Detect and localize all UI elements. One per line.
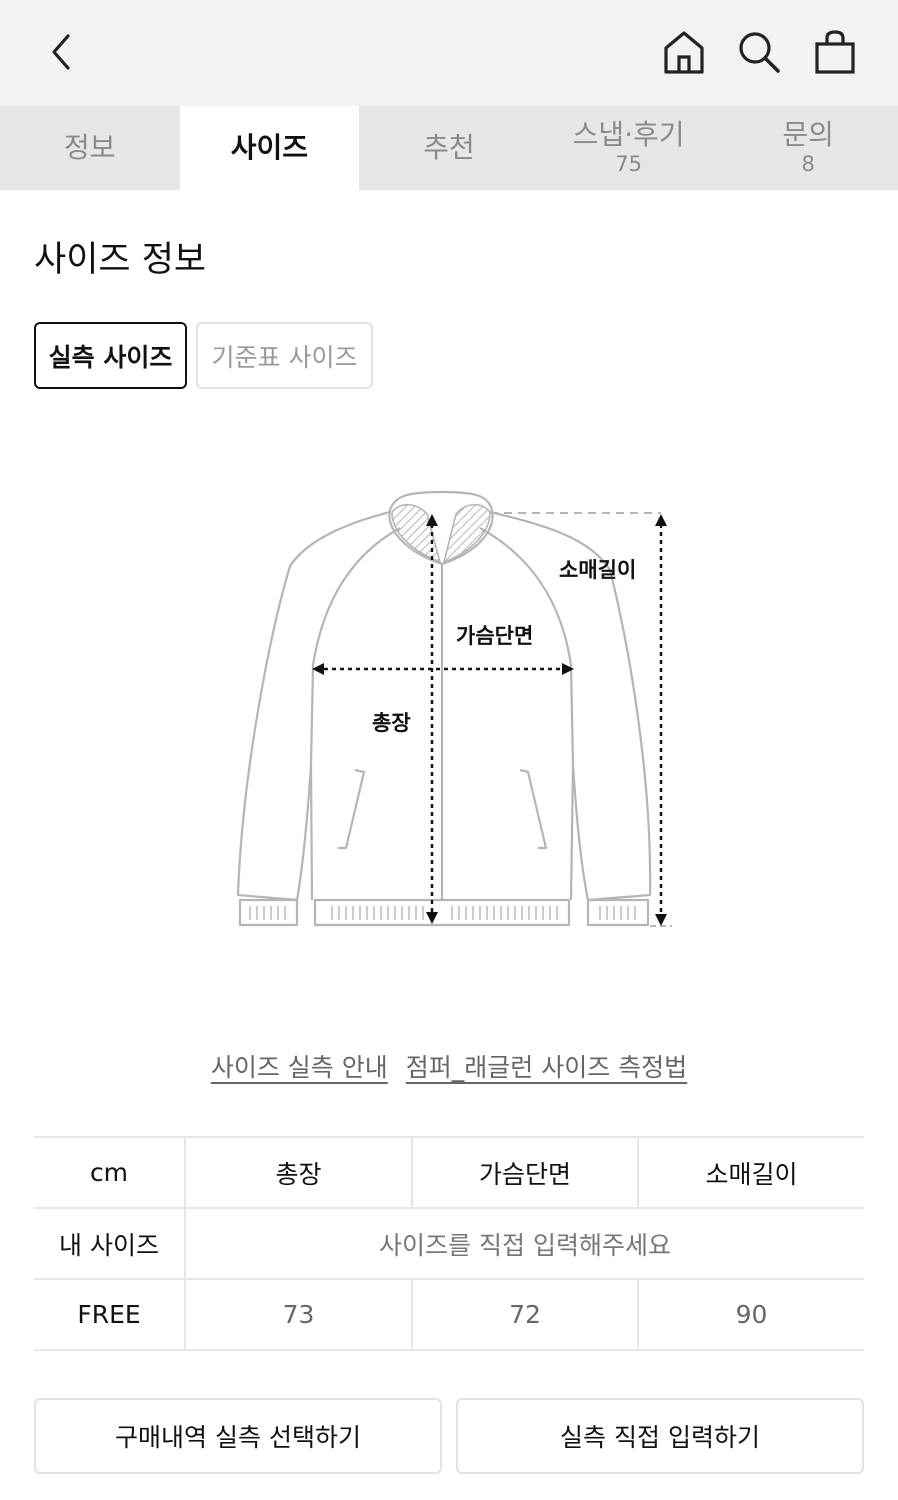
size-table: cm 총장 가슴단면 소매길이 내 사이즈 사이즈를 직접 입력해주세요 FRE… — [34, 1136, 864, 1351]
tab-recommend[interactable]: 추천 — [359, 106, 539, 190]
sleeve-length-label: 소매길이 — [559, 558, 637, 582]
top-bar — [0, 0, 898, 106]
size-guide-links: 사이즈 실측 안내 점퍼_래글런 사이즈 측정법 — [0, 1048, 898, 1084]
tab-label: 스냅·후기 — [572, 118, 685, 151]
jacket-diagram — [236, 490, 672, 927]
total-length-label: 총장 — [372, 711, 411, 735]
select-from-history-button[interactable]: 구매내역 실측 선택하기 — [34, 1398, 442, 1474]
standard-size-chip[interactable]: 기준표 사이즈 — [196, 322, 373, 389]
search-button[interactable] — [733, 26, 785, 78]
home-button[interactable] — [658, 26, 710, 78]
column-header: 소매길이 — [637, 1136, 864, 1209]
my-size-input[interactable]: 사이즈를 직접 입력해주세요 — [184, 1207, 864, 1280]
tab-info[interactable]: 정보 — [0, 106, 180, 190]
size-name: FREE — [34, 1278, 186, 1351]
search-icon — [739, 32, 780, 73]
measure-guide-link[interactable]: 사이즈 실측 안내 — [211, 1048, 388, 1084]
shopping-bag-icon — [815, 30, 855, 74]
my-size-row: 내 사이즈 사이즈를 직접 입력해주세요 — [34, 1207, 864, 1280]
measured-size-chip[interactable]: 실측 사이즈 — [34, 322, 187, 389]
tab-count: 8 — [801, 152, 815, 176]
tab-count: 75 — [615, 152, 642, 176]
tab-size[interactable]: 사이즈 — [179, 106, 360, 190]
table-header-row: cm 총장 가슴단면 소매길이 — [34, 1136, 864, 1209]
tab-label: 추천 — [423, 131, 475, 164]
unit-header: cm — [34, 1136, 186, 1209]
back-button[interactable] — [36, 26, 86, 78]
length-value: 73 — [184, 1278, 412, 1351]
column-header: 가슴단면 — [411, 1136, 638, 1209]
direct-input-button[interactable]: 실측 직접 입력하기 — [456, 1398, 864, 1474]
tab-inquiry[interactable]: 문의 8 — [718, 106, 898, 190]
product-tabs: 정보 사이즈 추천 스냅·후기 75 문의 8 — [0, 106, 898, 190]
size-diagram: 소매길이 가슴단면 총장 — [220, 480, 690, 940]
tab-label: 문의 — [782, 118, 834, 151]
bag-button[interactable] — [809, 26, 861, 78]
home-icon — [664, 31, 704, 74]
section-title: 사이즈 정보 — [34, 240, 207, 280]
tab-snap-review[interactable]: 스냅·후기 75 — [539, 106, 719, 190]
chest-value: 72 — [411, 1278, 638, 1351]
my-size-label: 내 사이즈 — [34, 1207, 186, 1280]
tab-label: 정보 — [64, 131, 116, 164]
chevron-left-icon — [52, 34, 70, 70]
sleeve-value: 90 — [637, 1278, 864, 1351]
tab-label: 사이즈 — [230, 131, 309, 164]
table-row: FREE 73 72 90 — [34, 1278, 864, 1351]
measure-method-link[interactable]: 점퍼_래글런 사이즈 측정법 — [406, 1048, 687, 1084]
chest-width-label: 가슴단면 — [456, 624, 534, 648]
column-header: 총장 — [184, 1136, 412, 1209]
